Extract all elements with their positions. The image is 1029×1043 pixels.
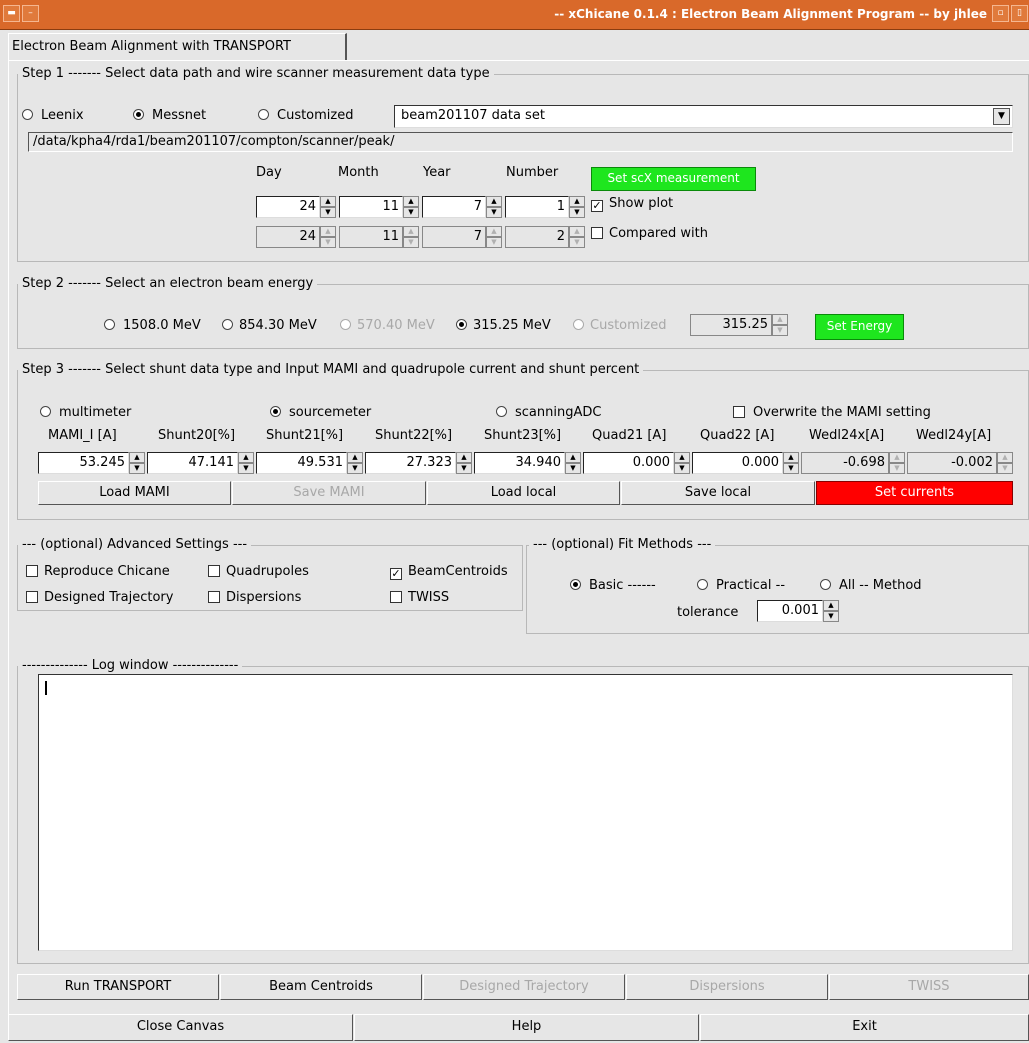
compare-year-spin[interactable]: 7 ▲ ▼ (422, 226, 502, 248)
dispersions-button[interactable]: Dispersions (626, 974, 828, 1000)
header-day: Day (256, 165, 282, 180)
compare-month-spin[interactable]: 11 ▲ ▼ (339, 226, 419, 248)
shunt21-spin[interactable]: 49.531 ▲ ▼ (256, 452, 363, 474)
quadrupoles-checkbox[interactable]: Quadrupoles (208, 564, 309, 579)
compare-number-spin[interactable]: 2 ▲ ▼ (505, 226, 585, 248)
radio-messnet[interactable]: Messnet (133, 108, 206, 123)
year-spin[interactable]: 7 ▲ ▼ (422, 196, 502, 218)
beamcentroids-checkbox[interactable]: ✓ BeamCentroids (390, 564, 508, 580)
reproduce-chicane-checkbox[interactable]: Reproduce Chicane (26, 564, 170, 579)
mami-i-spin[interactable]: 53.245 ▲ ▼ (38, 452, 145, 474)
header-wedl24y: Wedl24y[A] (916, 428, 992, 443)
day-spin[interactable]: 24 ▲ ▼ (256, 196, 336, 218)
tab-electron-beam-alignment[interactable]: Electron Beam Alignment with TRANSPORT (8, 33, 347, 60)
set-currents-button[interactable]: Set currents (816, 481, 1013, 505)
radio-energy-customized[interactable]: Customized (573, 318, 667, 333)
header-quad22: Quad22 [A] (700, 428, 775, 443)
wedl24y-spin[interactable]: -0.002 ▲ ▼ (907, 452, 1013, 474)
radio-fit-all[interactable]: All -- Method (820, 578, 922, 593)
minimize-icon[interactable]: – (22, 5, 39, 22)
radio-energy-854[interactable]: 854.30 MeV (222, 318, 317, 333)
radio-fit-basic[interactable]: Basic ------ (570, 578, 656, 593)
dataset-select[interactable]: beam201107 data set ▼ (394, 105, 1013, 128)
shunt23-spin[interactable]: 34.940 ▲ ▼ (474, 452, 581, 474)
radio-energy-1508[interactable]: 1508.0 MeV (104, 318, 201, 333)
header-mami-i: MAMI_I [A] (48, 428, 117, 443)
header-quad21: Quad21 [A] (592, 428, 667, 443)
help-button[interactable]: Help (354, 1014, 699, 1041)
load-local-button[interactable]: Load local (427, 481, 620, 505)
maximize-icon[interactable]: ▫ (992, 5, 1009, 22)
log-textarea[interactable] (38, 674, 1013, 951)
wedl24x-spin[interactable]: -0.698 ▲ ▼ (801, 452, 905, 474)
header-wedl24x: Wedl24x[A] (809, 428, 885, 443)
header-shunt20: Shunt20[%] (158, 428, 236, 443)
run-transport-button[interactable]: Run TRANSPORT (17, 974, 219, 1000)
number-spin[interactable]: 1 ▲ ▼ (505, 196, 585, 218)
fit-methods-legend: --- (optional) Fit Methods --- (529, 537, 716, 552)
designed-trajectory-checkbox[interactable]: Designed Trajectory (26, 590, 173, 605)
month-spin[interactable]: 11 ▲ ▼ (339, 196, 419, 218)
radio-leenix[interactable]: Leenix (22, 108, 84, 123)
dispersions-checkbox[interactable]: Dispersions (208, 590, 301, 605)
data-path-field[interactable]: /data/kpha4/rda1/beam201107/compton/scan… (28, 132, 1013, 152)
shunt20-spin[interactable]: 47.141 ▲ ▼ (147, 452, 254, 474)
tolerance-spin[interactable]: 0.001 ▲ ▼ (757, 600, 839, 622)
energy-spin[interactable]: 315.25 ▲ ▼ (690, 314, 788, 336)
header-month: Month (338, 165, 379, 180)
twiss-button[interactable]: TWISS (829, 974, 1029, 1000)
compared-with-checkbox[interactable]: Compared with (591, 226, 708, 241)
step1-legend: Step 1 ------- Select data path and wire… (18, 66, 494, 81)
dataset-selected-value: beam201107 data set (401, 108, 545, 123)
header-year: Year (423, 165, 451, 180)
header-number: Number (506, 165, 559, 180)
window-title: -- xChicane 0.1.4 : Electron Beam Alignm… (554, 7, 987, 21)
log-window-legend: -------------- Log window -------------- (18, 658, 243, 673)
radio-scanningadc[interactable]: scanningADC (496, 405, 601, 420)
radio-sourcemeter[interactable]: sourcemeter (270, 405, 371, 420)
save-local-button[interactable]: Save local (621, 481, 815, 505)
header-shunt21: Shunt21[%] (266, 428, 344, 443)
radio-energy-315[interactable]: 315.25 MeV (456, 318, 551, 333)
designed-trajectory-button[interactable]: Designed Trajectory (423, 974, 625, 1000)
radio-fit-practical[interactable]: Practical -- (697, 578, 785, 593)
exit-button[interactable]: Exit (700, 1014, 1029, 1041)
close-canvas-button[interactable]: Close Canvas (8, 1014, 353, 1041)
header-shunt23: Shunt23[%] (484, 428, 562, 443)
compare-day-spin[interactable]: 24 ▲ ▼ (256, 226, 336, 248)
chevron-down-icon[interactable]: ▼ (993, 108, 1010, 125)
beam-centroids-button[interactable]: Beam Centroids (220, 974, 422, 1000)
advanced-settings-legend: --- (optional) Advanced Settings --- (18, 537, 252, 552)
quad21-spin[interactable]: 0.000 ▲ ▼ (583, 452, 690, 474)
header-shunt22: Shunt22[%] (375, 428, 453, 443)
show-plot-checkbox[interactable]: ✓ Show plot (591, 196, 673, 212)
quad22-spin[interactable]: 0.000 ▲ ▼ (692, 452, 799, 474)
tolerance-label: tolerance (677, 605, 739, 620)
step2-legend: Step 2 ------- Select an electron beam e… (18, 276, 318, 291)
window-menu-icon[interactable]: ▬ (3, 5, 20, 22)
radio-multimeter[interactable]: multimeter (40, 405, 131, 420)
twiss-checkbox[interactable]: TWISS (390, 590, 449, 605)
close-icon[interactable]: ▯ (1011, 5, 1028, 22)
title-bar: ▬ – -- xChicane 0.1.4 : Electron Beam Al… (0, 0, 1029, 30)
step3-legend: Step 3 ------- Select shunt data type an… (18, 362, 644, 377)
set-energy-button[interactable]: Set Energy (815, 314, 904, 340)
save-mami-button[interactable]: Save MAMI (232, 481, 426, 505)
radio-energy-570[interactable]: 570.40 MeV (340, 318, 435, 333)
shunt22-spin[interactable]: 27.323 ▲ ▼ (365, 452, 472, 474)
load-mami-button[interactable]: Load MAMI (38, 481, 231, 505)
set-scx-measurement-button[interactable]: Set scX measurement (591, 167, 756, 191)
text-cursor (45, 681, 47, 695)
radio-customized-path[interactable]: Customized (258, 108, 354, 123)
overwrite-mami-checkbox[interactable]: Overwrite the MAMI setting (733, 405, 931, 420)
